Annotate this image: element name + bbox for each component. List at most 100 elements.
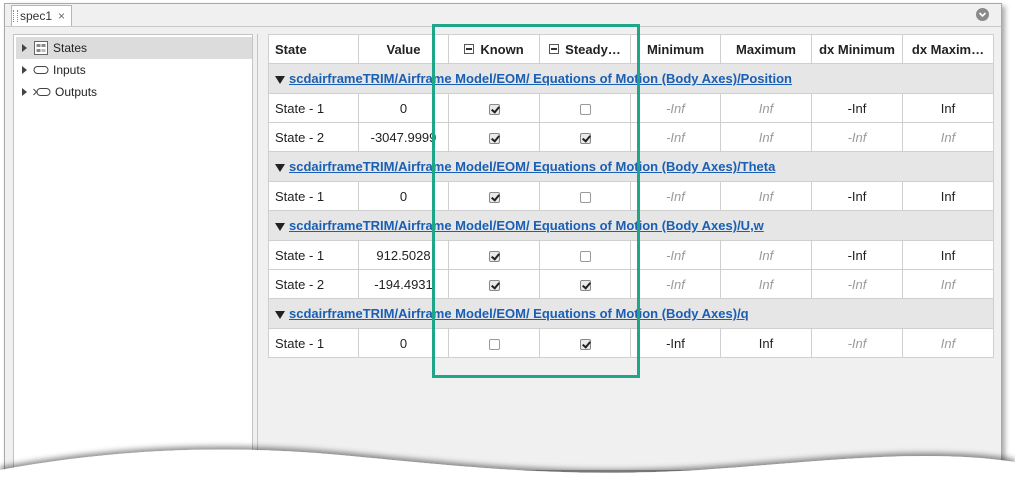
tree-item-inputs[interactable]: Inputs bbox=[16, 59, 86, 81]
maximum-cell[interactable]: Inf bbox=[720, 328, 812, 358]
tab-spec1[interactable]: spec1 × bbox=[11, 5, 73, 26]
table-row: State - 2 -194.4931 -Inf Inf -Inf Inf bbox=[268, 269, 994, 299]
block-path-link[interactable]: scdairframeTRIM/Airframe Model/EOM/ Equa… bbox=[289, 71, 792, 86]
toggle-all-steady-checkbox[interactable] bbox=[549, 44, 560, 54]
steady-checkbox[interactable] bbox=[579, 338, 591, 350]
col-header-dx-minimum[interactable]: dx Minimum bbox=[811, 34, 903, 64]
block-path-link[interactable]: scdairframeTRIM/Airframe Model/EOM/ Equa… bbox=[289, 218, 764, 233]
maximum-cell[interactable]: Inf bbox=[720, 269, 812, 299]
steady-cell bbox=[539, 122, 631, 152]
block-path-link[interactable]: scdairframeTRIM/Airframe Model/EOM/ Equa… bbox=[289, 159, 775, 174]
collapse-triangle-icon[interactable] bbox=[275, 164, 285, 172]
dx-minimum-cell[interactable]: -Inf bbox=[811, 122, 903, 152]
state-name-cell: State - 1 bbox=[268, 93, 359, 123]
tab-bar: spec1 × bbox=[5, 4, 1001, 27]
steady-checkbox[interactable] bbox=[579, 250, 591, 262]
dx-maximum-cell[interactable]: Inf bbox=[902, 240, 994, 270]
steady-cell bbox=[539, 181, 631, 211]
steady-cell bbox=[539, 269, 631, 299]
spec-editor-window: spec1 × States Inputs Outputs State Valu… bbox=[4, 3, 1002, 471]
known-checkbox[interactable] bbox=[488, 103, 500, 115]
collapse-panel-button[interactable] bbox=[976, 8, 989, 21]
tree-item-outputs[interactable]: Outputs bbox=[16, 81, 97, 103]
steady-checkbox[interactable] bbox=[579, 191, 591, 203]
dx-maximum-cell[interactable]: Inf bbox=[902, 328, 994, 358]
expand-arrow-icon[interactable] bbox=[22, 88, 27, 96]
value-cell[interactable]: -194.4931 bbox=[358, 269, 449, 299]
table-row: State - 1 912.5028 -Inf Inf -Inf Inf bbox=[268, 240, 994, 270]
tab-grip-icon[interactable] bbox=[13, 10, 18, 22]
dx-minimum-cell[interactable]: -Inf bbox=[811, 328, 903, 358]
steady-checkbox[interactable] bbox=[579, 279, 591, 291]
inputs-icon bbox=[33, 65, 49, 75]
col-header-maximum[interactable]: Maximum bbox=[720, 34, 812, 64]
minimum-cell[interactable]: -Inf bbox=[630, 122, 721, 152]
steady-checkbox[interactable] bbox=[579, 132, 591, 144]
steady-checkbox[interactable] bbox=[579, 103, 591, 115]
value-cell[interactable]: 0 bbox=[358, 181, 449, 211]
state-name-cell: State - 2 bbox=[268, 122, 359, 152]
known-cell bbox=[448, 240, 540, 270]
minimum-cell[interactable]: -Inf bbox=[630, 181, 721, 211]
dx-maximum-cell[interactable]: Inf bbox=[902, 122, 994, 152]
minimum-cell[interactable]: -Inf bbox=[630, 240, 721, 270]
state-name-cell: State - 1 bbox=[268, 328, 359, 358]
known-checkbox[interactable] bbox=[488, 279, 500, 291]
states-table: State Value Known Steady… Minimum Maximu… bbox=[268, 34, 994, 358]
col-header-known-label: Known bbox=[480, 41, 524, 57]
close-icon[interactable]: × bbox=[58, 10, 65, 22]
expand-arrow-icon[interactable] bbox=[22, 44, 27, 52]
collapse-triangle-icon[interactable] bbox=[275, 311, 285, 319]
dx-maximum-cell[interactable]: Inf bbox=[902, 181, 994, 211]
minimum-cell[interactable]: -Inf bbox=[630, 93, 721, 123]
minimum-cell[interactable]: -Inf bbox=[630, 269, 721, 299]
block-path-link[interactable]: scdairframeTRIM/Airframe Model/EOM/ Equa… bbox=[289, 306, 749, 321]
expand-arrow-icon[interactable] bbox=[22, 66, 27, 74]
known-checkbox[interactable] bbox=[488, 338, 500, 350]
chevron-down-icon bbox=[978, 12, 987, 18]
minimum-cell[interactable]: -Inf bbox=[630, 328, 721, 358]
collapse-triangle-icon[interactable] bbox=[275, 223, 285, 231]
group-cell: scdairframeTRIM/Airframe Model/EOM/ Equa… bbox=[268, 63, 994, 94]
group-row: scdairframeTRIM/Airframe Model/EOM/ Equa… bbox=[268, 298, 994, 329]
maximum-cell[interactable]: Inf bbox=[720, 93, 812, 123]
value-cell[interactable]: 0 bbox=[358, 93, 449, 123]
table-body: scdairframeTRIM/Airframe Model/EOM/ Equa… bbox=[268, 63, 994, 358]
col-header-dx-maximum[interactable]: dx Maxim… bbox=[902, 34, 994, 64]
collapse-triangle-icon[interactable] bbox=[275, 76, 285, 84]
tree-item-states[interactable]: States bbox=[16, 37, 252, 59]
col-header-state[interactable]: State bbox=[268, 34, 359, 64]
maximum-cell[interactable]: Inf bbox=[720, 240, 812, 270]
group-cell: scdairframeTRIM/Airframe Model/EOM/ Equa… bbox=[268, 151, 994, 182]
value-cell[interactable]: -3047.9999 bbox=[358, 122, 449, 152]
known-checkbox[interactable] bbox=[488, 132, 500, 144]
tree-item-label: States bbox=[53, 41, 88, 55]
table-row: State - 2 -3047.9999 -Inf Inf -Inf Inf bbox=[268, 122, 994, 152]
known-cell bbox=[448, 181, 540, 211]
maximum-cell[interactable]: Inf bbox=[720, 181, 812, 211]
known-checkbox[interactable] bbox=[488, 191, 500, 203]
col-header-steady[interactable]: Steady… bbox=[539, 34, 631, 64]
steady-cell bbox=[539, 328, 631, 358]
known-checkbox[interactable] bbox=[488, 250, 500, 262]
dx-minimum-cell[interactable]: -Inf bbox=[811, 181, 903, 211]
value-cell[interactable]: 912.5028 bbox=[358, 240, 449, 270]
tree-panel: States Inputs Outputs bbox=[13, 34, 253, 470]
dx-minimum-cell[interactable]: -Inf bbox=[811, 93, 903, 123]
dx-minimum-cell[interactable]: -Inf bbox=[811, 240, 903, 270]
dx-maximum-cell[interactable]: Inf bbox=[902, 93, 994, 123]
col-header-known[interactable]: Known bbox=[448, 34, 540, 64]
group-cell: scdairframeTRIM/Airframe Model/EOM/ Equa… bbox=[268, 210, 994, 241]
value-cell[interactable]: 0 bbox=[358, 328, 449, 358]
known-cell bbox=[448, 269, 540, 299]
tree-item-label: Inputs bbox=[53, 63, 86, 77]
col-header-value[interactable]: Value bbox=[358, 34, 449, 64]
dx-minimum-cell[interactable]: -Inf bbox=[811, 269, 903, 299]
maximum-cell[interactable]: Inf bbox=[720, 122, 812, 152]
steady-cell bbox=[539, 93, 631, 123]
col-header-minimum[interactable]: Minimum bbox=[630, 34, 721, 64]
known-cell bbox=[448, 122, 540, 152]
toggle-all-known-checkbox[interactable] bbox=[464, 44, 475, 54]
state-name-cell: State - 1 bbox=[268, 240, 359, 270]
dx-maximum-cell[interactable]: Inf bbox=[902, 269, 994, 299]
